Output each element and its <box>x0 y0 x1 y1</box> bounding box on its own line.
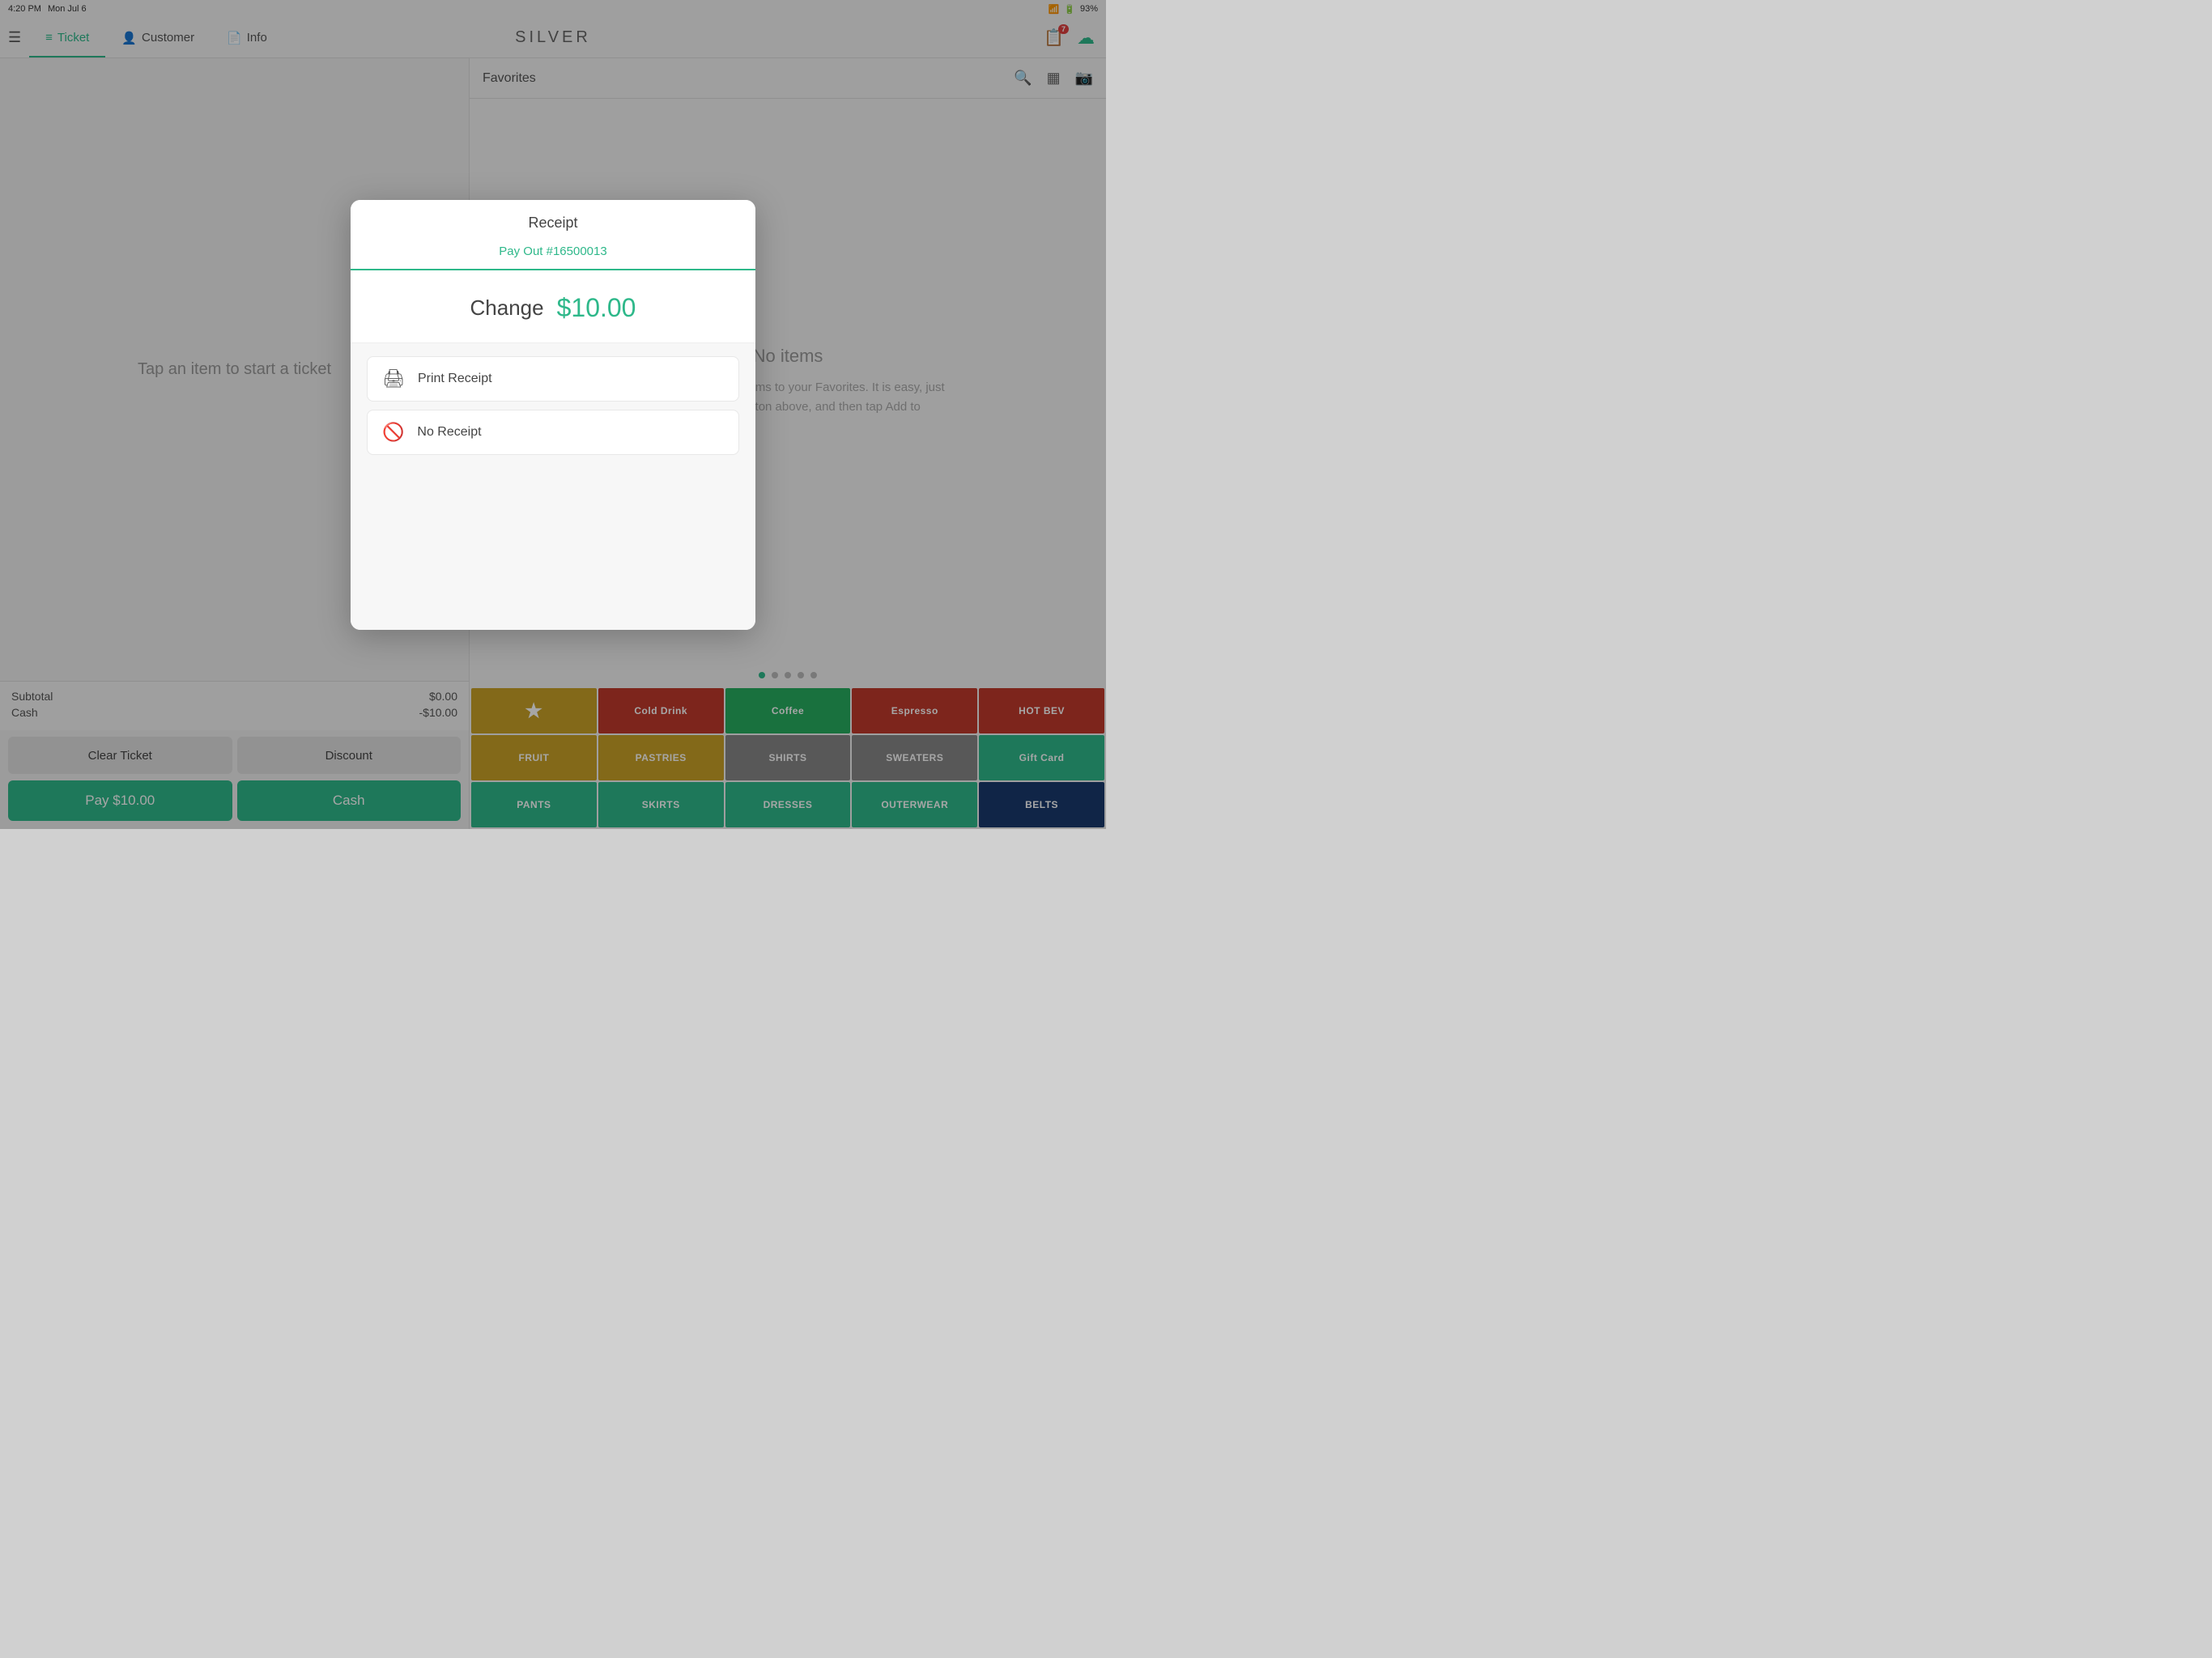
modal-spacer <box>351 468 755 630</box>
modal-change-label: Change <box>470 295 544 321</box>
modal-change-amount: $10.00 <box>557 293 636 323</box>
modal-payout-row: Pay Out #16500013 <box>351 240 755 270</box>
modal-title: Receipt <box>370 215 736 232</box>
modal-payout-number: Pay Out #16500013 <box>499 244 606 258</box>
modal-change-row: Change $10.00 <box>351 270 755 343</box>
no-receipt-label: No Receipt <box>417 425 481 440</box>
print-receipt-button[interactable]: 🖨 Print Receipt <box>367 356 739 402</box>
modal-overlay: Receipt Pay Out #16500013 Change $10.00 … <box>0 0 1106 829</box>
modal-buttons: 🖨 Print Receipt 🚫 No Receipt <box>351 343 755 468</box>
receipt-modal: Receipt Pay Out #16500013 Change $10.00 … <box>351 200 755 630</box>
modal-header: Receipt <box>351 200 755 240</box>
print-receipt-label: Print Receipt <box>418 372 492 386</box>
no-receipt-button[interactable]: 🚫 No Receipt <box>367 410 739 455</box>
printer-icon: 🖨 <box>382 368 405 389</box>
no-receipt-icon: 🚫 <box>382 422 404 443</box>
